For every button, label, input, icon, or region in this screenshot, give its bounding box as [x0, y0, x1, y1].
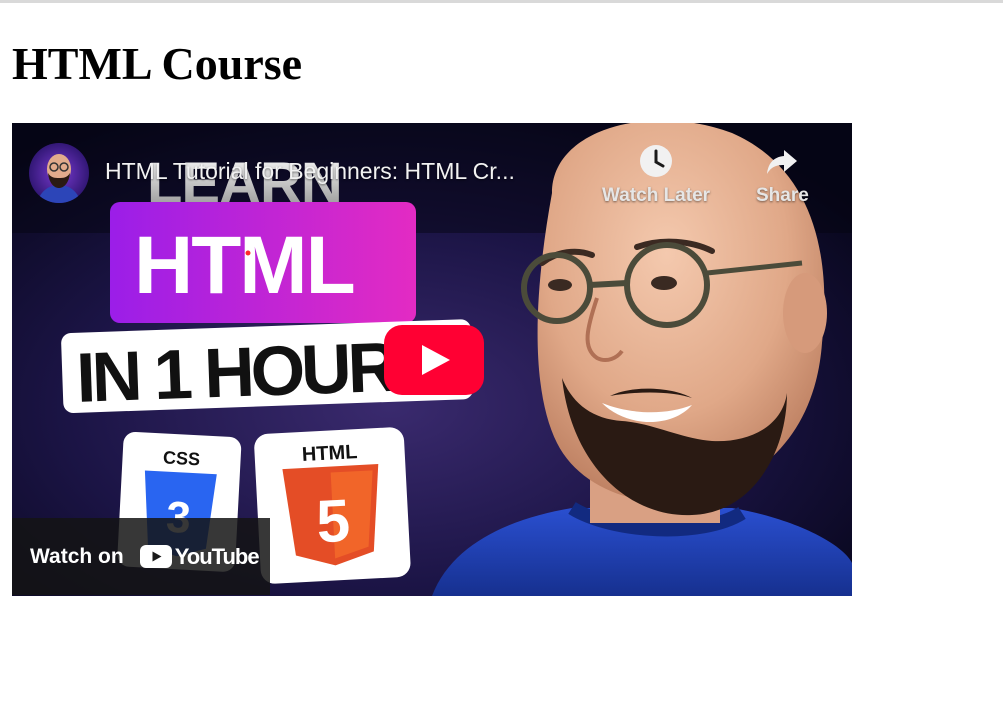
thumbnail-in-1-hour-text: IN 1 HOUR [75, 328, 399, 417]
clock-icon [640, 145, 673, 177]
youtube-embed-player[interactable]: LEARN HTML IN 1 HOUR CSS 3 HTML 5 [12, 123, 852, 596]
thumbnail-html-text: HTML [134, 220, 354, 311]
share-button[interactable]: Share [756, 143, 809, 207]
browser-top-border [0, 0, 1003, 3]
play-button[interactable] [384, 325, 484, 395]
youtube-wordmark: YouTube [174, 543, 260, 569]
share-arrow-icon [767, 150, 798, 174]
watch-on-youtube-button[interactable]: Watch on YouTube [12, 518, 270, 595]
page-title: HTML Course [12, 38, 303, 89]
watch-later-button[interactable]: Watch Later [602, 143, 710, 207]
watch-later-label: Watch Later [602, 185, 711, 206]
watch-on-label: Watch on [30, 544, 124, 568]
html5-badge-number: 5 [315, 487, 352, 556]
share-label: Share [756, 185, 809, 206]
css3-badge-label: CSS [163, 447, 201, 469]
html5-badge-label: HTML [301, 441, 358, 466]
youtube-logo: YouTube [139, 543, 260, 570]
channel-avatar[interactable] [29, 143, 89, 203]
channel-avatar-image [29, 143, 89, 203]
youtube-logo-icon [139, 545, 172, 568]
video-title[interactable]: HTML Tutorial for Beginners: HTML Cr... [105, 158, 515, 185]
html5-badge: HTML 5 [254, 427, 411, 584]
